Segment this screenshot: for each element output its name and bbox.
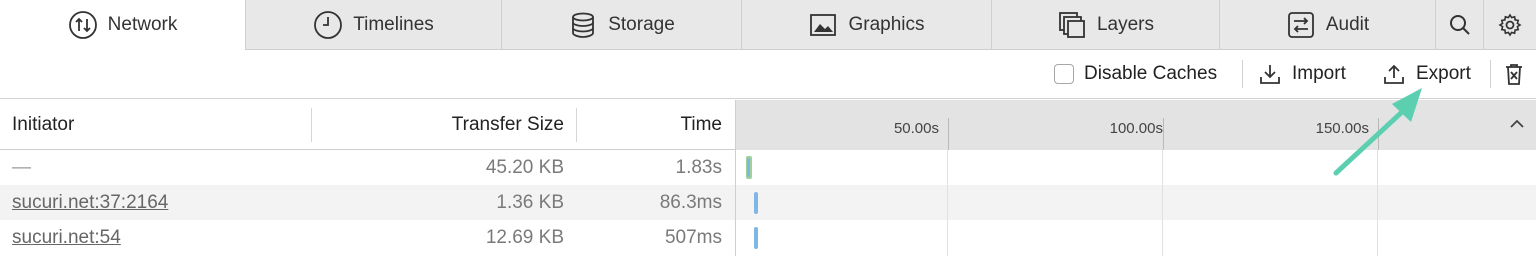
waterfall-tick: 100.00s	[1109, 120, 1163, 137]
waterfall-gridline	[1378, 118, 1379, 150]
time-cell: 507ms	[664, 226, 722, 248]
tab-label: Layers	[1096, 13, 1155, 35]
export-button[interactable]: Export	[1382, 50, 1471, 98]
column-divider[interactable]	[311, 108, 312, 142]
toolbar-divider	[1242, 60, 1243, 88]
tab-storage[interactable]: Storage	[502, 0, 742, 49]
waterfall-bar[interactable]	[747, 158, 750, 177]
initiator-cell: —	[12, 156, 31, 178]
search-button[interactable]	[1436, 0, 1484, 49]
time-cell: 1.83s	[675, 156, 722, 178]
tab-audit[interactable]: Audit	[1220, 0, 1436, 49]
import-button[interactable]: Import	[1258, 50, 1346, 98]
import-label: Import	[1292, 63, 1346, 84]
table-header: Initiator Transfer Size Time 50.00s 100.…	[0, 100, 1536, 150]
tab-layers[interactable]: Layers	[992, 0, 1220, 49]
initiator-link[interactable]: sucuri.net:37:2164	[12, 185, 168, 220]
tab-label: Graphics	[848, 13, 925, 35]
clear-button[interactable]	[1502, 50, 1526, 98]
tab-graphics[interactable]: Graphics	[742, 0, 992, 49]
waterfall-gridline	[1162, 150, 1163, 256]
timelines-icon	[314, 10, 343, 39]
waterfall-gridline	[1377, 150, 1378, 256]
column-header-transfer-size[interactable]: Transfer Size	[452, 100, 564, 150]
audit-icon	[1287, 11, 1314, 38]
network-toolbar: Disable Caches Import Export	[0, 50, 1536, 99]
column-divider[interactable]	[576, 108, 577, 142]
storage-icon	[572, 12, 595, 38]
disable-caches-toggle[interactable]: Disable Caches	[1054, 50, 1217, 98]
disable-caches-checkbox[interactable]	[1054, 64, 1074, 84]
time-cell: 86.3ms	[659, 191, 722, 213]
waterfall-gridline	[947, 150, 948, 256]
column-header-time[interactable]: Time	[680, 100, 722, 150]
network-icon	[68, 11, 97, 39]
waterfall-bar[interactable]	[754, 192, 758, 214]
export-icon	[1384, 64, 1404, 84]
graphics-icon	[810, 13, 837, 36]
transfer-size-cell: 45.20 KB	[485, 156, 564, 178]
column-header-initiator[interactable]: Initiator	[12, 100, 74, 150]
trash-icon	[1506, 64, 1522, 85]
waterfall-gridline	[948, 118, 949, 150]
tab-network[interactable]: Network	[0, 0, 246, 50]
waterfall-bar[interactable]	[754, 227, 758, 249]
tab-label: Network	[107, 14, 178, 35]
layers-icon	[1059, 11, 1085, 38]
gear-icon	[1498, 12, 1522, 37]
waterfall-area	[735, 150, 1536, 256]
tab-label: Audit	[1325, 13, 1370, 35]
settings-button[interactable]	[1484, 0, 1536, 49]
tab-label: Storage	[608, 13, 675, 35]
waterfall-header[interactable]: 50.00s 100.00s 150.00s	[735, 100, 1536, 150]
toolbar-divider	[1490, 60, 1491, 88]
tab-timelines[interactable]: Timelines	[246, 0, 502, 49]
transfer-size-cell: 12.69 KB	[485, 226, 564, 248]
waterfall-gridline	[1163, 118, 1164, 150]
transfer-size-cell: 1.36 KB	[496, 191, 564, 213]
initiator-link[interactable]: sucuri.net:54	[12, 220, 121, 255]
chevron-up-icon[interactable]	[1510, 119, 1524, 129]
import-icon	[1260, 65, 1280, 84]
disable-caches-label: Disable Caches	[1084, 63, 1218, 84]
waterfall-tick: 50.00s	[893, 120, 939, 137]
tab-label: Timelines	[353, 13, 434, 35]
tab-bar: Network Timelines Storage Graphics Layer…	[0, 0, 1536, 50]
search-icon	[1449, 14, 1470, 35]
waterfall-tick: 150.00s	[1315, 120, 1369, 137]
export-label: Export	[1416, 63, 1471, 84]
